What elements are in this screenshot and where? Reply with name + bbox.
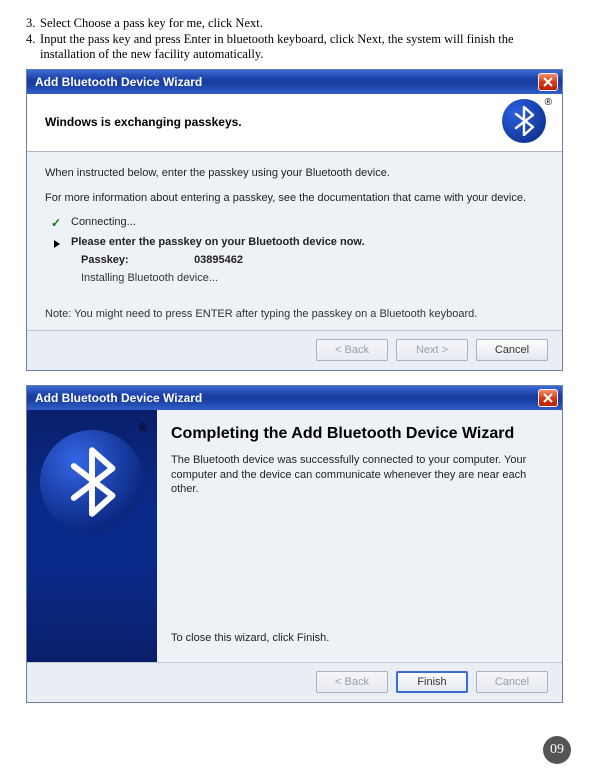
bluetooth-icon	[67, 447, 117, 517]
wizard-passkey-exchange: Add Bluetooth Device Wizard Windows is e…	[26, 69, 563, 371]
registered-mark: ®	[545, 97, 552, 108]
intro-text-2: For more information about entering a pa…	[45, 191, 544, 206]
wizard-main-panel: Completing the Add Bluetooth Device Wiza…	[157, 410, 562, 662]
titlebar[interactable]: Add Bluetooth Device Wizard	[27, 386, 562, 410]
wizard-completion: Add Bluetooth Device Wizard ® Completing…	[26, 385, 563, 703]
titlebar[interactable]: Add Bluetooth Device Wizard	[27, 70, 562, 94]
wizard-header: Windows is exchanging passkeys. ®	[27, 94, 562, 152]
window-title: Add Bluetooth Device Wizard	[35, 75, 202, 89]
instruction-3-text: Select Choose a pass key for me, click N…	[40, 16, 563, 32]
step-enter-passkey: Please enter the passkey on your Bluetoo…	[51, 236, 544, 248]
bluetooth-icon	[513, 106, 535, 136]
back-button[interactable]: < Back	[316, 671, 388, 693]
passkey-row: Passkey: 03895462	[81, 254, 544, 266]
next-button[interactable]: Next >	[396, 339, 468, 361]
step-list: ✓ Connecting... Please enter the passkey…	[51, 216, 544, 284]
instruction-list: 3. Select Choose a pass key for me, clic…	[26, 16, 563, 63]
passkey-note: Note: You might need to press ENTER afte…	[45, 308, 544, 320]
step-enter-label: Please enter the passkey on your Bluetoo…	[71, 236, 365, 248]
close-icon	[543, 393, 553, 403]
arrow-icon	[54, 240, 60, 248]
intro-text-1: When instructed below, enter the passkey…	[45, 166, 544, 181]
registered-mark: ®	[139, 422, 147, 434]
step-connecting-label: Connecting...	[71, 216, 136, 228]
wizard-body: When instructed below, enter the passkey…	[27, 152, 562, 330]
close-icon	[543, 77, 553, 87]
completion-heading: Completing the Add Bluetooth Device Wiza…	[171, 424, 544, 443]
back-button[interactable]: < Back	[316, 339, 388, 361]
close-button[interactable]	[538, 389, 558, 407]
cancel-button[interactable]: Cancel	[476, 339, 548, 361]
wizard-header-text: Windows is exchanging passkeys.	[45, 115, 242, 129]
bluetooth-badge: ®	[502, 99, 548, 145]
window-title: Add Bluetooth Device Wizard	[35, 391, 202, 405]
to-close-text: To close this wizard, click Finish.	[171, 632, 544, 652]
instruction-4-text: Input the pass key and press Enter in bl…	[40, 32, 563, 63]
check-icon: ✓	[51, 216, 63, 230]
cancel-button[interactable]: Cancel	[476, 671, 548, 693]
passkey-label: Passkey:	[81, 254, 191, 266]
instruction-4-num: 4.	[26, 32, 40, 63]
finish-button[interactable]: Finish	[396, 671, 468, 693]
close-button[interactable]	[538, 73, 558, 91]
wizard-body: ® Completing the Add Bluetooth Device Wi…	[27, 410, 562, 662]
wizard-side-panel: ®	[27, 410, 157, 662]
step-connecting: ✓ Connecting...	[51, 216, 544, 230]
passkey-value: 03895462	[194, 254, 243, 266]
instruction-3-num: 3.	[26, 16, 40, 32]
button-row: < Back Finish Cancel	[27, 662, 562, 702]
button-row: < Back Next > Cancel	[27, 330, 562, 370]
page-number: 09	[543, 736, 571, 764]
completion-text: The Bluetooth device was successfully co…	[171, 453, 544, 498]
step-installing: Installing Bluetooth device...	[81, 272, 544, 284]
